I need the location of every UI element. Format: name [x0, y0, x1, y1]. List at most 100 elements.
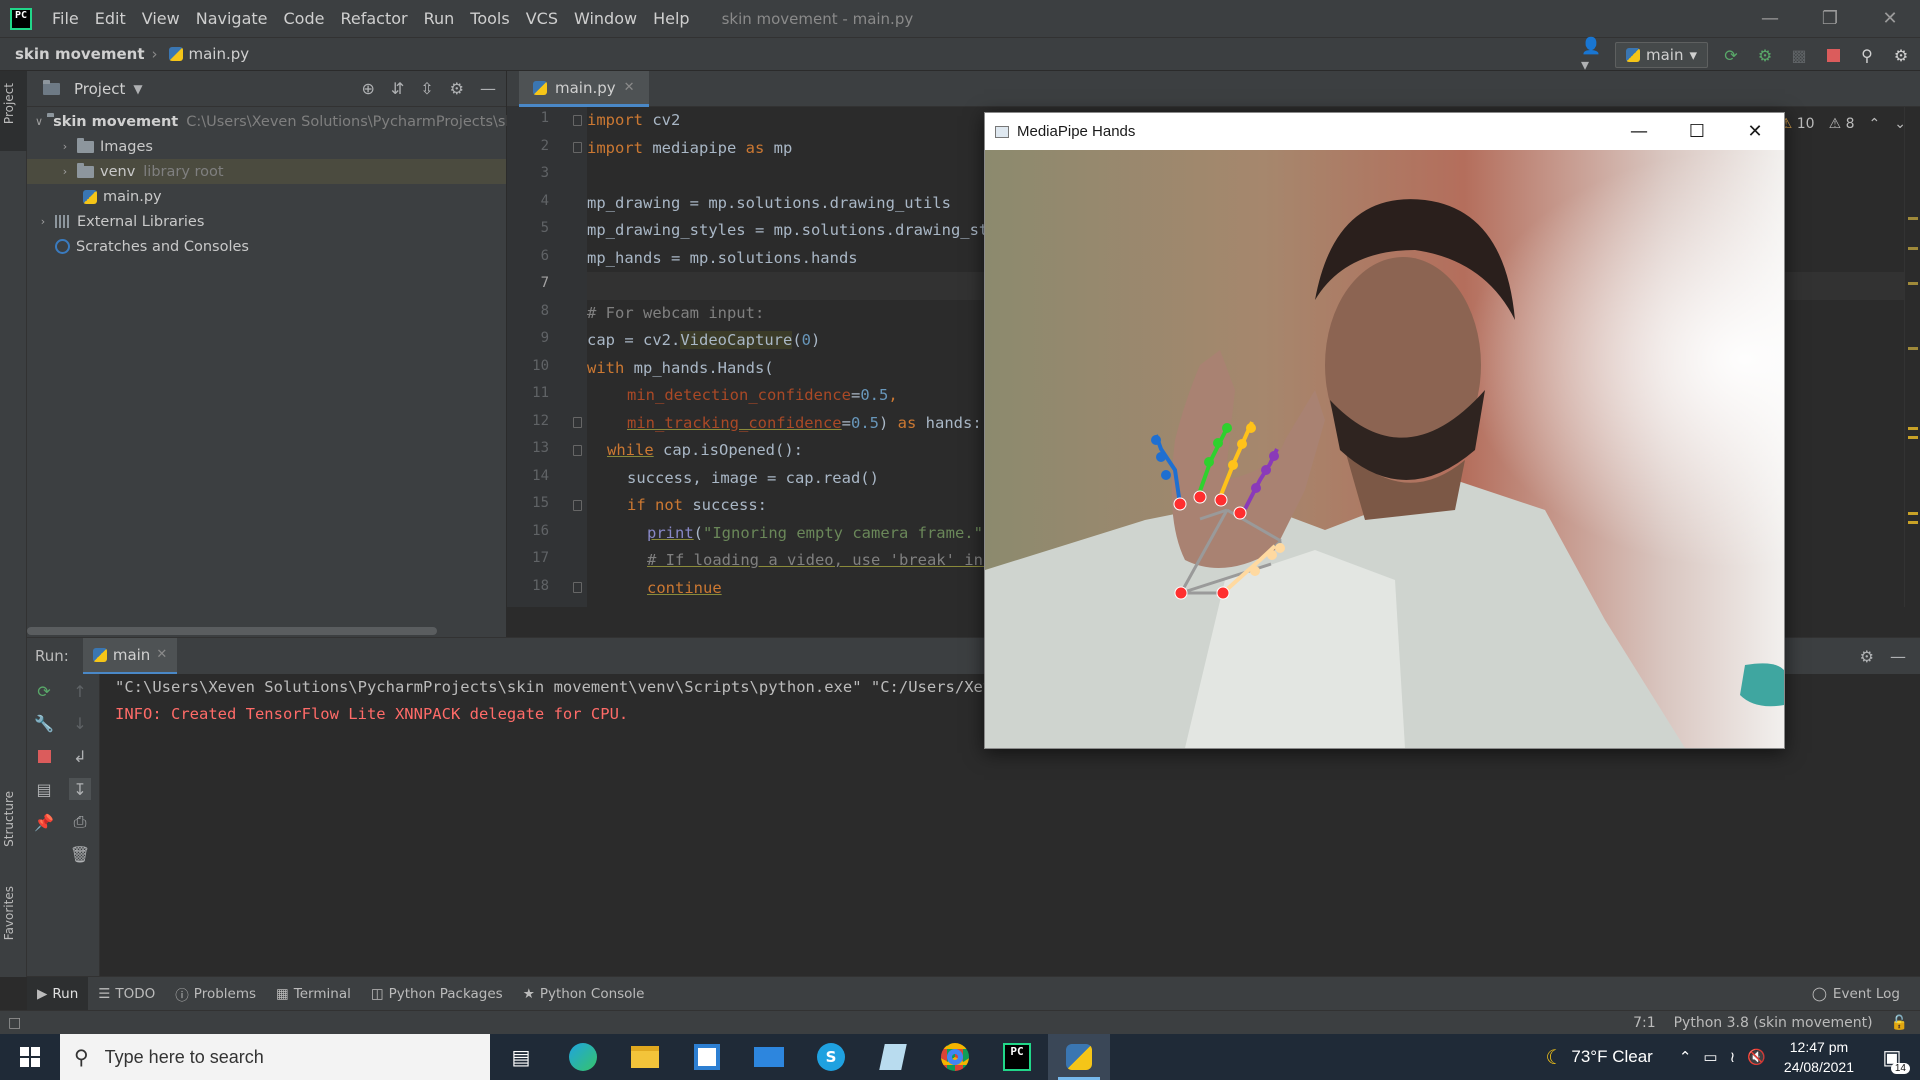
previous-highlight-icon[interactable]: ⌃ — [1869, 116, 1881, 132]
chevron-up-icon[interactable]: ⌃ — [1679, 1048, 1692, 1066]
settings-gear-icon[interactable]: ⚙ — [1890, 44, 1912, 66]
chevron-down-icon[interactable]: ▼ — [133, 82, 142, 96]
rerun-icon[interactable]: ⟳ — [1720, 44, 1742, 66]
scroll-to-end-icon[interactable]: ↧ — [69, 778, 91, 800]
minimize-icon[interactable]: — — [1740, 0, 1800, 37]
taskbar-chrome[interactable] — [924, 1034, 986, 1080]
coverage-icon[interactable]: ▩ — [1788, 44, 1810, 66]
taskbar-notepad[interactable] — [862, 1034, 924, 1080]
trash-icon[interactable]: 🗑 — [69, 843, 91, 865]
pin-icon[interactable]: 📌 — [33, 811, 55, 833]
breadcrumb-project[interactable]: skin movement — [15, 45, 145, 63]
fold-marker-icon[interactable] — [573, 500, 582, 511]
tool-tab-python-packages[interactable]: ◫ Python Packages — [361, 977, 513, 1011]
menu-refactor[interactable]: Refactor — [332, 9, 415, 28]
tool-tab-terminal[interactable]: ▦ Terminal — [266, 977, 361, 1011]
fold-marker-icon[interactable] — [573, 142, 582, 153]
fold-marker-icon[interactable] — [573, 582, 582, 593]
close-tab-icon[interactable]: ✕ — [156, 647, 167, 662]
fold-marker-icon[interactable] — [573, 445, 582, 456]
tree-item-scratches[interactable]: Scratches and Consoles — [27, 234, 506, 259]
project-horizontal-scrollbar[interactable] — [27, 627, 437, 635]
tool-tab-problems[interactable]: ⓘ Problems — [165, 977, 266, 1011]
tool-windows-icon[interactable]: □ — [8, 1015, 21, 1031]
close-icon[interactable]: ✕ — [1726, 113, 1784, 150]
fold-marker-icon[interactable] — [573, 417, 582, 428]
expanded-arrow-icon[interactable]: ∨ — [35, 115, 43, 128]
taskbar-edge[interactable] — [552, 1034, 614, 1080]
taskbar-file-explorer[interactable] — [614, 1034, 676, 1080]
menu-view[interactable]: View — [134, 9, 188, 28]
wrench-icon[interactable]: 🔧 — [33, 712, 55, 734]
menu-run[interactable]: Run — [416, 9, 463, 28]
taskbar-mail[interactable] — [738, 1034, 800, 1080]
stop-icon[interactable] — [1822, 44, 1844, 66]
layout-icon[interactable]: ▤ — [33, 778, 55, 800]
caret-position[interactable]: 7:1 — [1633, 1015, 1656, 1031]
fold-marker-icon[interactable] — [573, 115, 582, 126]
python-interpreter[interactable]: Python 3.8 (skin movement) — [1674, 1015, 1873, 1031]
editor-scrollbar[interactable] — [1904, 107, 1920, 607]
collapsed-arrow-icon[interactable]: › — [35, 215, 51, 228]
weather-moon-icon[interactable]: ☾ — [1545, 1045, 1563, 1070]
weather-text[interactable]: 73°F Clear — [1571, 1047, 1652, 1067]
stop-icon[interactable] — [33, 745, 55, 767]
tool-tab-run[interactable]: ▶ Run — [27, 976, 89, 1011]
menu-code[interactable]: Code — [276, 9, 333, 28]
tree-item-venv[interactable]: › venv library root — [27, 159, 506, 184]
tree-item-root[interactable]: ∨ skin movement C:\Users\Xeven Solutions… — [27, 109, 527, 134]
taskbar-python[interactable] — [1048, 1034, 1110, 1080]
tool-tab-python-console[interactable]: ★ Python Console — [513, 977, 655, 1011]
taskbar-search-box[interactable]: ⚲ Type here to search — [60, 1034, 490, 1080]
expand-all-icon[interactable]: ⇵ — [391, 79, 404, 98]
breadcrumb-file[interactable]: main.py — [189, 45, 250, 63]
project-view-selector[interactable]: Project — [74, 80, 125, 98]
print-icon[interactable]: ⎙ — [69, 811, 91, 833]
rerun-icon[interactable]: ⟳ — [33, 680, 55, 702]
close-icon[interactable]: ✕ — [1860, 0, 1920, 37]
soft-wrap-icon[interactable]: ↲ — [69, 745, 91, 767]
user-icon[interactable]: 👤▾ — [1581, 36, 1603, 74]
mediapipe-hands-window[interactable]: MediaPipe Hands — ☐ ✕ — [984, 112, 1785, 749]
gear-icon[interactable]: ⚙ — [450, 79, 464, 98]
tree-item-images[interactable]: › Images — [27, 134, 506, 159]
inspection-widget[interactable]: ⚠ 10 ⚠ 8 ⌃ ⌄ — [1780, 116, 1906, 132]
battery-icon[interactable]: ▭ — [1703, 1048, 1717, 1066]
start-button[interactable] — [0, 1034, 60, 1080]
search-icon[interactable]: ⚲ — [1856, 44, 1878, 66]
menu-tools[interactable]: Tools — [462, 9, 517, 28]
run-configuration-dropdown[interactable]: main ▾ — [1614, 42, 1708, 68]
tree-item-main-py[interactable]: main.py — [27, 184, 506, 209]
menu-help[interactable]: Help — [645, 9, 697, 28]
event-log-button[interactable]: ◯ Event Log — [1812, 977, 1900, 1011]
weak-warning-count[interactable]: ⚠ 8 — [1829, 116, 1855, 132]
up-arrow-icon[interactable]: ↑ — [69, 680, 91, 702]
taskbar-store[interactable] — [676, 1034, 738, 1080]
wifi-icon[interactable]: ≀ — [1730, 1048, 1736, 1066]
structure-tool-tab[interactable]: Structure — [2, 791, 16, 847]
menu-window[interactable]: Window — [566, 9, 645, 28]
collapse-all-icon[interactable]: ⇳ — [420, 79, 433, 98]
project-tool-tab[interactable]: Project — [2, 83, 16, 124]
hide-icon[interactable]: — — [480, 79, 496, 98]
lock-icon[interactable]: 🔓 — [1891, 1015, 1908, 1031]
hide-icon[interactable]: — — [1890, 647, 1906, 666]
favorites-tool-tab[interactable]: Favorites — [2, 886, 16, 940]
tool-tab-todo[interactable]: ☰ TODO — [88, 977, 165, 1011]
taskbar-skype[interactable]: S — [800, 1034, 862, 1080]
down-arrow-icon[interactable]: ↓ — [69, 712, 91, 734]
menu-navigate[interactable]: Navigate — [188, 9, 276, 28]
debug-icon[interactable]: ⚙ — [1754, 44, 1776, 66]
locate-icon[interactable]: ⊕ — [361, 79, 374, 98]
volume-muted-icon[interactable]: 🔇 — [1747, 1048, 1766, 1066]
restore-icon[interactable]: ❐ — [1800, 0, 1860, 37]
minimize-icon[interactable]: — — [1610, 113, 1668, 150]
menu-vcs[interactable]: VCS — [518, 9, 566, 28]
mediapipe-title-bar[interactable]: MediaPipe Hands — ☐ ✕ — [985, 113, 1784, 150]
menu-file[interactable]: File — [44, 9, 87, 28]
collapsed-arrow-icon[interactable]: › — [57, 165, 73, 178]
taskbar-pycharm[interactable]: PC — [986, 1034, 1048, 1080]
run-tab-main[interactable]: main ✕ — [82, 637, 178, 675]
close-tab-icon[interactable]: ✕ — [624, 80, 635, 95]
taskbar-clock[interactable]: 12:47 pm 24/08/2021 — [1784, 1037, 1854, 1077]
